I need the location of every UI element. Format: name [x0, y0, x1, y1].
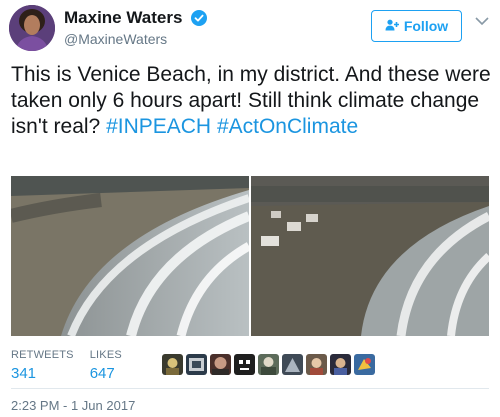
add-user-icon — [385, 18, 399, 34]
retweets-stat[interactable]: RETWEETS 341 — [11, 348, 74, 384]
retweets-label: RETWEETS — [11, 349, 74, 361]
tweet-photo-2[interactable] — [251, 176, 489, 336]
retweets-count[interactable]: 341 — [11, 364, 74, 384]
user-handle[interactable]: @MaxineWaters — [64, 30, 207, 48]
follow-label: Follow — [403, 18, 449, 34]
liker-avatar[interactable] — [282, 354, 303, 375]
liker-avatars — [162, 354, 375, 375]
hashtag-link[interactable]: #INPEACH — [106, 115, 211, 138]
likes-stat[interactable]: LIKES 647 — [90, 348, 122, 384]
display-name[interactable]: Maxine Waters — [64, 8, 182, 28]
liker-avatar[interactable] — [210, 354, 231, 375]
liker-avatar[interactable] — [306, 354, 327, 375]
hashtag-link[interactable]: #ActOnClimate — [217, 115, 358, 138]
media-gallery — [11, 176, 489, 336]
verified-badge-icon — [190, 10, 207, 26]
tweet-timestamp[interactable]: 2:23 PM - 1 Jun 2017 — [11, 398, 135, 414]
liker-avatar[interactable] — [234, 354, 255, 375]
follow-button[interactable]: Follow — [371, 10, 462, 42]
avatar[interactable] — [9, 5, 55, 51]
likes-count[interactable]: 647 — [90, 364, 122, 384]
likes-label: LIKES — [89, 349, 122, 361]
liker-avatar[interactable] — [162, 354, 183, 375]
tweet-stats: RETWEETS 341 LIKES 647 — [11, 348, 122, 384]
tweet-photo-1[interactable] — [11, 176, 249, 336]
liker-avatar[interactable] — [330, 354, 351, 375]
tweet-card: Maxine Waters @MaxineWaters Follow This … — [0, 0, 500, 417]
liker-avatar[interactable] — [186, 354, 207, 375]
chevron-down-icon[interactable] — [475, 16, 489, 26]
liker-avatar[interactable] — [354, 354, 375, 375]
tweet-text: This is Venice Beach, in my district. An… — [11, 62, 491, 140]
divider — [11, 388, 489, 389]
user-info: Maxine Waters @MaxineWaters — [64, 8, 207, 48]
liker-avatar[interactable] — [258, 354, 279, 375]
